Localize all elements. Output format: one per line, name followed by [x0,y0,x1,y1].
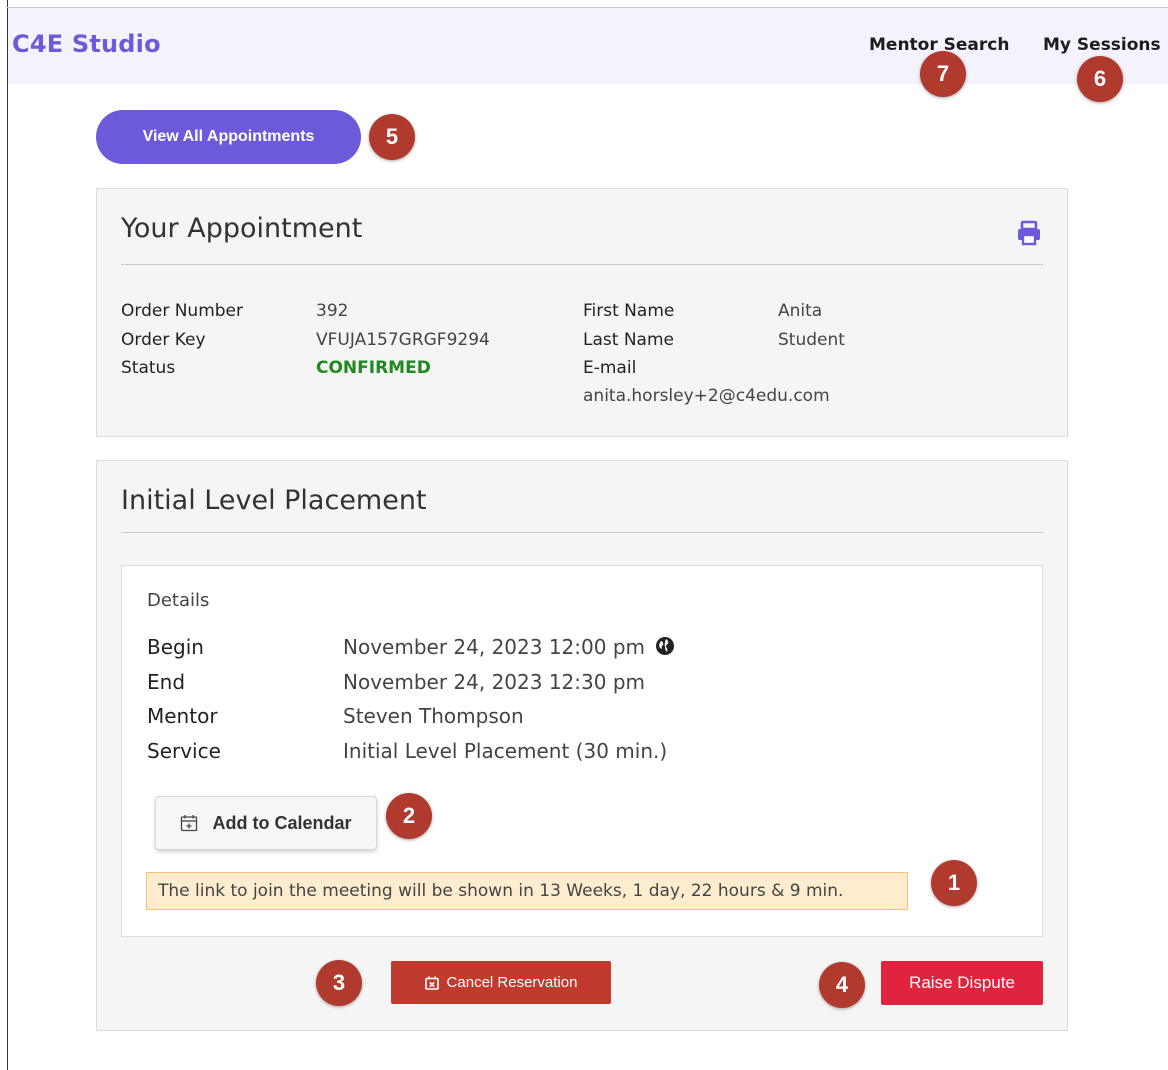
calendar-x-icon [424,976,439,990]
status-label: Status [121,358,176,378]
appointment-card: Your Appointment Order Number 392 Order … [96,188,1068,437]
email-label: E-mail [583,358,637,378]
meeting-link-notice: The link to join the meeting will be sho… [146,872,908,910]
add-to-calendar-button[interactable]: Add to Calendar [155,796,377,850]
first-name-label: First Name [583,301,675,321]
nav-link-my-sessions[interactable]: My Sessions [1043,35,1161,55]
appointment-title: Your Appointment [121,213,363,244]
top-navbar: C4E Studio Mentor Search My Sessions [8,8,1168,84]
annotation-marker-3: 3 [316,960,362,1006]
placement-divider [121,532,1043,533]
brand-logo[interactable]: C4E Studio [12,30,161,58]
annotation-marker-2: 2 [386,793,432,839]
email-value: anita.horsley+2@c4edu.com [583,386,830,406]
last-name-label: Last Name [583,330,674,350]
order-number-label: Order Number [121,301,244,321]
page-left-border [7,0,8,1070]
raise-dispute-button[interactable]: Raise Dispute [881,961,1043,1005]
last-name-value: Student [778,330,845,350]
appointment-divider [121,264,1043,265]
begin-label: Begin [147,635,204,659]
order-key-label: Order Key [121,330,206,350]
placement-title: Initial Level Placement [121,485,427,516]
first-name-value: Anita [778,301,823,321]
order-key-value: VFUJA157GRGF9294 [316,330,490,350]
end-value: November 24, 2023 12:30 pm [343,670,645,694]
begin-value: November 24, 2023 12:00 pm [343,635,675,659]
print-icon[interactable] [1015,219,1043,247]
cancel-reservation-button[interactable]: Cancel Reservation [391,961,611,1004]
begin-datetime: November 24, 2023 12:00 pm [343,635,645,659]
service-value: Initial Level Placement (30 min.) [343,739,668,763]
view-all-appointments-button[interactable]: View All Appointments [96,110,361,164]
placement-card: Initial Level Placement Details Begin No… [96,460,1068,1031]
end-label: End [147,670,186,694]
annotation-marker-1: 1 [931,860,977,906]
mentor-value: Steven Thompson [343,704,524,728]
status-badge: CONFIRMED [316,358,431,378]
add-to-calendar-label: Add to Calendar [212,812,352,833]
details-panel: Details Begin November 24, 2023 12:00 pm… [121,565,1043,937]
calendar-plus-icon [181,815,198,832]
globe-icon[interactable] [655,636,675,656]
mentor-label: Mentor [147,704,218,728]
annotation-marker-5: 5 [369,114,415,160]
annotation-marker-4: 4 [819,962,865,1008]
order-number-value: 392 [316,301,349,321]
cancel-reservation-label: Cancel Reservation [446,974,578,991]
service-label: Service [147,739,221,763]
details-heading: Details [147,590,210,611]
annotation-marker-6: 6 [1077,56,1123,102]
annotation-marker-7: 7 [920,51,966,97]
